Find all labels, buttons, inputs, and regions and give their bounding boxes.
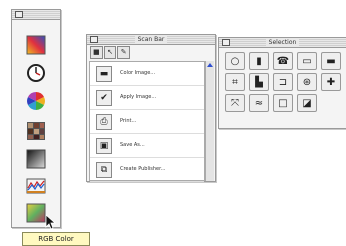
phone-icon[interactable]: ☎ <box>273 52 293 70</box>
pencil-icon[interactable]: ✎ <box>117 46 131 59</box>
tooltip: RGB Color <box>22 232 90 246</box>
selection-tool-grid: ○ ▮ ☎ ▭ ▬ ⌗ ▙ ⊐ ⊛ ✚ ⤧ ≈ □ ◪ <box>225 52 343 114</box>
publisher-icon: ⧉ <box>96 162 112 178</box>
scan-bar-palette: Scan Bar ■ ↖ ✎ ▬ Color Image... ✔ Apply … <box>86 34 216 182</box>
mouse-pointer-icon <box>45 214 57 230</box>
item-label: Color Image... <box>120 70 156 76</box>
crop-icon[interactable]: ⌗ <box>225 73 245 91</box>
item-label: Apply Image... <box>120 94 157 100</box>
arrow-icon[interactable]: ↖ <box>103 46 117 59</box>
grid-tool-icon[interactable] <box>25 120 47 142</box>
gradient-tool-icon[interactable] <box>25 34 47 56</box>
list-item[interactable]: ⧉ Create Publisher... <box>90 158 204 182</box>
layers-icon[interactable]: ◪ <box>297 94 317 112</box>
checkmark-icon: ✔ <box>96 90 112 106</box>
gray-gradient-tool-icon[interactable] <box>25 148 47 170</box>
monitor-icon[interactable]: ▭ <box>297 52 317 70</box>
square-icon[interactable]: □ <box>273 94 293 112</box>
scroll-up-icon[interactable] <box>207 63 213 67</box>
item-label: Print... <box>120 118 137 124</box>
color-wheel-tool-icon[interactable] <box>25 90 47 112</box>
window-title: Scan Bar <box>134 36 168 43</box>
clock-tool-icon[interactable] <box>25 62 47 84</box>
selection-titlebar[interactable]: Selection <box>219 38 346 48</box>
scrollbar[interactable] <box>205 61 214 181</box>
toolbox-palette <box>11 9 61 228</box>
stop-icon[interactable]: ■ <box>90 46 103 59</box>
expand-icon[interactable]: ⤧ <box>225 94 245 112</box>
list-item[interactable]: ⎙ Print... <box>90 110 204 134</box>
rgb-levels-tool-icon[interactable] <box>25 174 47 196</box>
list-item[interactable]: ▣ Save As... <box>90 134 204 158</box>
selection-palette: Selection ○ ▮ ☎ ▭ ▬ ⌗ ▙ ⊐ ⊛ ✚ ⤧ ≈ □ ◪ <box>218 37 346 129</box>
panel-icon[interactable]: ▬ <box>321 52 341 70</box>
close-box-icon[interactable] <box>15 11 23 18</box>
magic-icon[interactable]: ⊛ <box>297 73 317 91</box>
bracket-icon[interactable]: ⊐ <box>273 73 293 91</box>
circle-icon[interactable]: ○ <box>225 52 245 70</box>
toolbox-titlebar[interactable] <box>12 10 60 20</box>
color-image-icon: ▬ <box>96 66 112 82</box>
action-list: ▬ Color Image... ✔ Apply Image... ⎙ Prin… <box>89 61 205 182</box>
stack-icon[interactable]: ▙ <box>249 73 269 91</box>
rgb-color-tool-icon[interactable] <box>25 202 47 224</box>
rectangle-icon[interactable]: ▮ <box>249 52 269 70</box>
save-icon: ▣ <box>96 138 112 154</box>
print-icon: ⎙ <box>96 114 112 130</box>
window-title: Selection <box>265 39 300 46</box>
item-label: Create Publisher... <box>120 166 166 172</box>
palette-toolbar: ■ ↖ ✎ <box>90 46 131 59</box>
wave-icon[interactable]: ≈ <box>249 94 269 112</box>
plus-icon[interactable]: ✚ <box>321 73 341 91</box>
list-item[interactable]: ✔ Apply Image... <box>90 86 204 110</box>
list-item[interactable]: ▬ Color Image... <box>90 62 204 86</box>
item-label: Save As... <box>120 142 145 148</box>
scan-bar-titlebar[interactable]: Scan Bar <box>87 35 215 45</box>
